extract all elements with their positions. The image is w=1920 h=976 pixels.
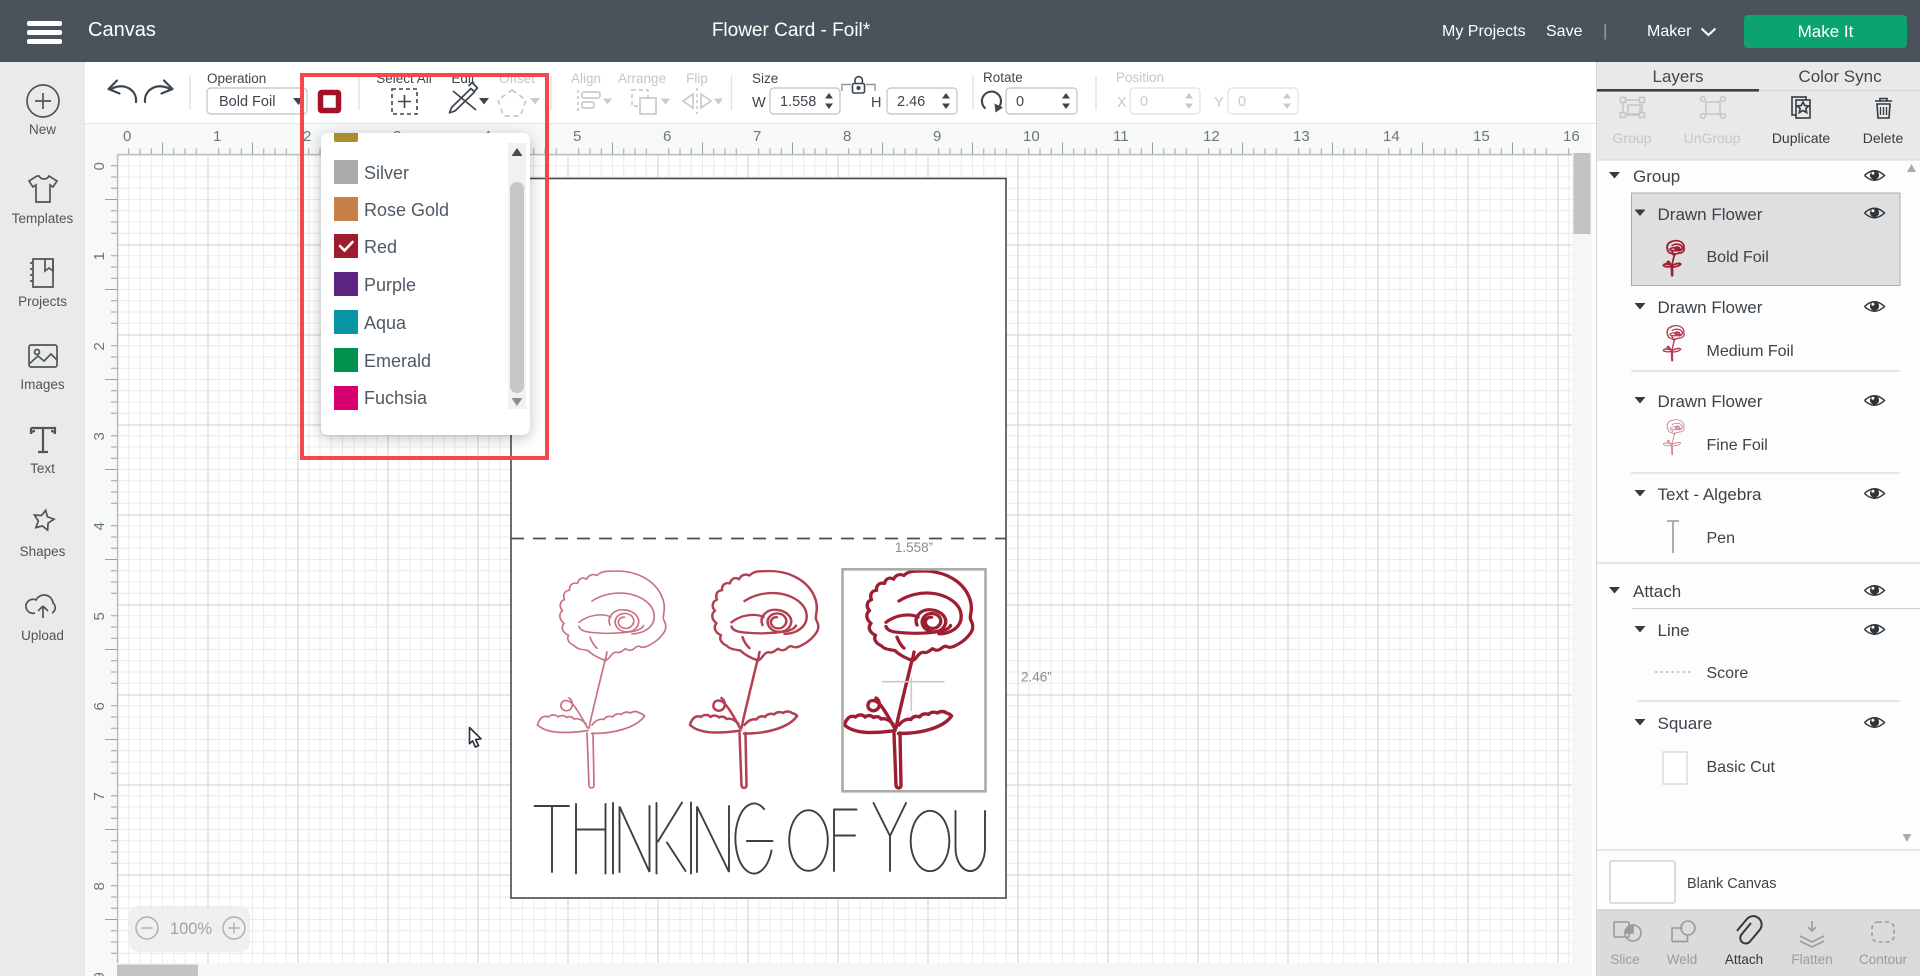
- svg-text:Group: Group: [1633, 167, 1680, 186]
- svg-text:Drawn Flower: Drawn Flower: [1658, 205, 1763, 224]
- svg-text:4: 4: [91, 522, 108, 530]
- svg-text:13: 13: [1293, 128, 1310, 145]
- svg-text:Layers: Layers: [1652, 67, 1703, 86]
- svg-text:Square: Square: [1658, 714, 1713, 733]
- svg-text:Weld: Weld: [1667, 952, 1698, 967]
- svg-text:1.558”: 1.558”: [895, 540, 933, 555]
- svg-text:Flatten: Flatten: [1791, 952, 1832, 967]
- svg-text:Align: Align: [571, 71, 601, 86]
- svg-text:Operation: Operation: [207, 71, 266, 86]
- svg-text:X: X: [1117, 95, 1127, 111]
- svg-text:3: 3: [91, 432, 108, 440]
- svg-text:Y: Y: [1214, 95, 1224, 111]
- svg-text:2: 2: [91, 342, 108, 350]
- svg-text:Arrange: Arrange: [618, 71, 666, 86]
- svg-text:11: 11: [1113, 128, 1129, 145]
- svg-text:6: 6: [663, 128, 671, 145]
- svg-text:1: 1: [91, 252, 108, 260]
- svg-text:Attach: Attach: [1725, 952, 1763, 967]
- svg-text:Pen: Pen: [1707, 530, 1735, 547]
- svg-text:1.558: 1.558: [780, 94, 816, 110]
- svg-text:Bold Foil: Bold Foil: [219, 94, 275, 110]
- svg-text:16: 16: [1563, 128, 1580, 145]
- svg-text:14: 14: [1383, 128, 1400, 145]
- svg-text:0: 0: [1016, 94, 1024, 110]
- svg-text:7: 7: [91, 792, 108, 800]
- svg-text:Slice: Slice: [1610, 952, 1639, 967]
- svg-text:9: 9: [91, 972, 108, 976]
- svg-text:Rotate: Rotate: [983, 70, 1023, 85]
- svg-text:H: H: [871, 95, 881, 111]
- svg-text:Medium Foil: Medium Foil: [1707, 343, 1794, 360]
- svg-text:10: 10: [1023, 128, 1040, 145]
- svg-text:100%: 100%: [170, 920, 213, 938]
- svg-text:Position: Position: [1116, 70, 1164, 85]
- svg-text:5: 5: [573, 128, 581, 145]
- svg-text:6: 6: [91, 702, 108, 710]
- svg-text:Blank Canvas: Blank Canvas: [1687, 876, 1776, 892]
- svg-text:5: 5: [91, 612, 108, 620]
- svg-text:0: 0: [123, 128, 131, 145]
- svg-text:2.46: 2.46: [897, 94, 925, 110]
- svg-text:12: 12: [1203, 128, 1220, 145]
- svg-text:1: 1: [213, 128, 221, 145]
- svg-text:Attach: Attach: [1633, 582, 1681, 601]
- svg-text:0: 0: [1140, 94, 1148, 110]
- svg-text:Color Sync: Color Sync: [1798, 67, 1882, 86]
- svg-text:Text - Algebra: Text - Algebra: [1658, 485, 1762, 504]
- svg-text:Score: Score: [1707, 665, 1749, 682]
- svg-text:8: 8: [843, 128, 851, 145]
- svg-text:Flip: Flip: [686, 71, 708, 86]
- svg-text:Delete: Delete: [1863, 130, 1904, 146]
- svg-text:Size: Size: [752, 71, 778, 86]
- svg-text:9: 9: [933, 128, 941, 145]
- svg-text:Fine Foil: Fine Foil: [1707, 437, 1768, 454]
- svg-text:Line: Line: [1658, 621, 1690, 640]
- svg-text:8: 8: [91, 882, 108, 890]
- svg-text:15: 15: [1473, 128, 1490, 145]
- svg-text:Drawn Flower: Drawn Flower: [1658, 392, 1763, 411]
- svg-text:W: W: [752, 95, 766, 111]
- svg-text:0: 0: [1238, 94, 1246, 110]
- svg-text:Bold Foil: Bold Foil: [1707, 249, 1769, 266]
- svg-text:0: 0: [91, 162, 108, 170]
- svg-text:7: 7: [753, 128, 761, 145]
- svg-text:Group: Group: [1613, 130, 1652, 146]
- svg-text:2.46”: 2.46”: [1021, 670, 1052, 685]
- svg-text:Contour: Contour: [1859, 952, 1908, 967]
- svg-text:Duplicate: Duplicate: [1772, 130, 1831, 146]
- svg-text:UnGroup: UnGroup: [1684, 130, 1741, 146]
- svg-text:Drawn Flower: Drawn Flower: [1658, 298, 1763, 317]
- svg-text:Basic Cut: Basic Cut: [1707, 759, 1776, 776]
